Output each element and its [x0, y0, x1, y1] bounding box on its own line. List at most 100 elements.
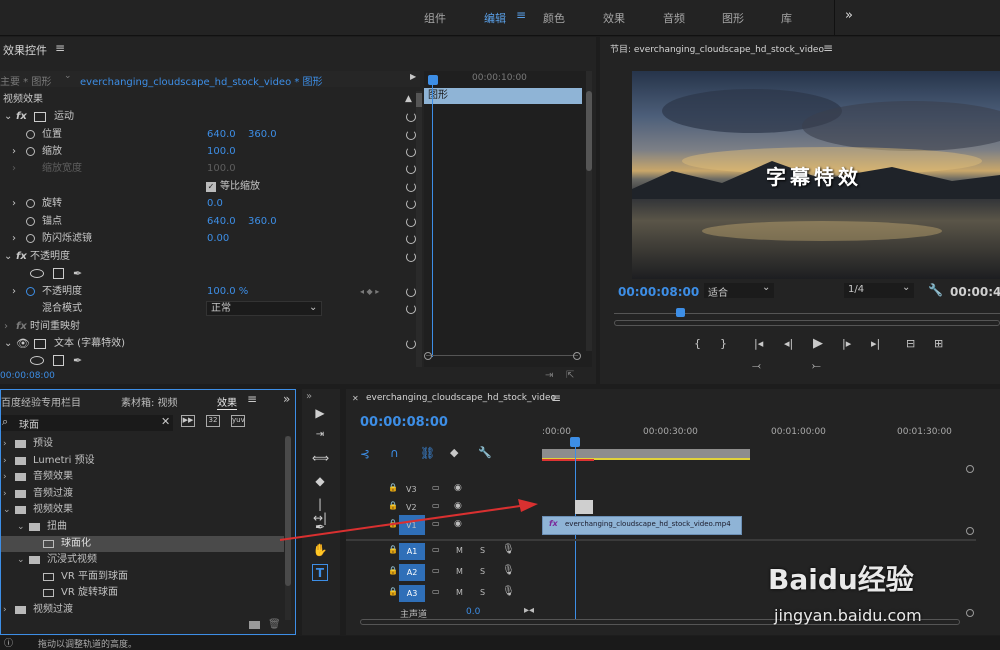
step-forward-icon[interactable]: |▸	[842, 337, 851, 350]
anti-flicker-row[interactable]: › 防闪烁滤镜 0.00	[0, 230, 420, 247]
mark-in-icon[interactable]: {	[694, 337, 701, 350]
microphone-icon[interactable]: 🎙	[502, 565, 515, 576]
chevron-right-icon[interactable]: ›	[3, 469, 7, 485]
workspace-tab-graphics[interactable]: 图形	[722, 10, 744, 26]
sequence-tab[interactable]: everchanging_cloudscape_hd_stock_video	[366, 393, 556, 403]
solo-button[interactable]: S	[480, 546, 485, 555]
sync-icon[interactable]: ▭	[432, 519, 440, 528]
effects-tree-item[interactable]: › Lumetri 预设	[1, 453, 284, 469]
effects-scrollbar[interactable]	[285, 436, 291, 620]
overwrite-icon[interactable]: ⤚	[812, 359, 821, 373]
track-label-v2[interactable]: V2	[406, 503, 417, 512]
type-tool-icon[interactable]: T	[312, 564, 328, 581]
microphone-icon[interactable]: 🎙	[502, 586, 515, 597]
zoom-bar[interactable]	[614, 320, 1000, 326]
mark-out-icon[interactable]: }	[720, 337, 727, 350]
tab-effects[interactable]: 效果	[217, 394, 237, 410]
horizontal-scrollbar[interactable]	[426, 355, 578, 363]
insert-icon[interactable]: ⤙	[752, 359, 761, 373]
source-master-label[interactable]: 主要 * 图形	[0, 73, 51, 88]
play-triangle-icon[interactable]: ▶	[410, 72, 416, 81]
position-row[interactable]: 位置 640.0 360.0	[0, 126, 420, 143]
solo-button[interactable]: S	[480, 567, 485, 576]
eye-icon[interactable]: ◉	[454, 519, 462, 529]
nest-icon[interactable]: ⊰	[360, 447, 370, 461]
text-layer-row[interactable]: ⌄ 👁 文本 (字幕特效)	[0, 335, 420, 352]
step-back-icon[interactable]: ◂|	[784, 337, 793, 350]
mute-button[interactable]: M	[456, 567, 463, 576]
time-ruler[interactable]: :00:00 00:00:30:00 00:01:00:00 00:01:30:…	[542, 417, 966, 463]
scroll-handle-top[interactable]	[966, 465, 974, 473]
pen-tool-icon[interactable]: ✒	[312, 520, 328, 534]
effects-tree-item[interactable]: 球面化	[1, 535, 284, 552]
program-scrub-bar[interactable]	[614, 313, 1000, 314]
eye-icon[interactable]: ◉	[454, 501, 462, 511]
workspace-tab-color[interactable]: 颜色	[543, 10, 565, 26]
blend-mode-row[interactable]: 混合模式 正常 ⌄	[0, 300, 420, 317]
panel-menu-icon[interactable]: ≡	[55, 41, 65, 55]
effects-tree-item[interactable]: › 音频过渡	[1, 486, 284, 502]
snap-icon[interactable]: ∩	[390, 446, 399, 460]
ripple-edit-tool-icon[interactable]: ⟺	[312, 451, 329, 465]
time-remap-row[interactable]: › fx 时间重映射	[0, 318, 420, 335]
lock-icon[interactable]: 🔒	[388, 566, 398, 575]
more-panels-icon[interactable]: »	[306, 391, 312, 402]
more-workspaces-icon[interactable]: »	[845, 8, 853, 23]
motion-row[interactable]: ⌄ fx 运动	[0, 108, 420, 125]
yuv-effects-icon[interactable]: yuv	[231, 415, 245, 427]
uniform-scale-row[interactable]: ✓ 等比缩放	[0, 178, 420, 195]
clear-search-icon[interactable]: ✕	[161, 415, 170, 428]
opacity-group-row[interactable]: ⌄ fx 不透明度	[0, 248, 420, 265]
effects-tree-item[interactable]: › 预设	[1, 436, 284, 452]
lock-icon[interactable]: 🔒	[388, 587, 398, 596]
delete-icon[interactable]: 🗑	[268, 619, 281, 630]
32bit-effects-icon[interactable]: 32	[206, 415, 220, 427]
resolution-select[interactable]: 1/4 ⌄	[844, 282, 914, 298]
chevron-down-icon[interactable]: ⌄	[17, 552, 25, 568]
track-select-tool-icon[interactable]: ⇥	[312, 428, 328, 442]
workspace-menu-icon[interactable]: ≡	[516, 8, 526, 22]
effects-tree-item[interactable]: › 音频效果	[1, 469, 284, 485]
go-to-end-icon[interactable]: ▸◂	[524, 605, 534, 616]
play-icon[interactable]: ▶	[813, 336, 823, 351]
tab-baidu-column[interactable]: 百度经验专用栏目	[1, 394, 81, 409]
scale-row[interactable]: › 缩放 100.0	[0, 143, 420, 160]
master-volume-value[interactable]: 0.0	[466, 607, 480, 617]
chevron-right-icon[interactable]: ›	[3, 436, 7, 452]
graphic-clip[interactable]	[575, 500, 593, 514]
source-clip-label[interactable]: everchanging_cloudscape_hd_stock_video *…	[80, 73, 323, 88]
program-title[interactable]: 节目: everchanging_cloudscape_hd_stock_vid…	[610, 42, 824, 55]
mask-tools-row[interactable]: ✒	[0, 265, 420, 282]
video-clip[interactable]: fx everchanging_cloudscape_hd_stock_vide…	[542, 516, 742, 535]
panel-menu-icon[interactable]: ≡	[551, 391, 561, 405]
sync-icon[interactable]: ▭	[432, 501, 440, 510]
panel-menu-icon[interactable]: ≡	[247, 392, 257, 406]
export-frame-icon[interactable]: ⇥	[545, 370, 553, 381]
share-icon[interactable]: ⇱	[566, 370, 574, 381]
effects-tree-item[interactable]: ⌄ 沉浸式视频	[1, 552, 284, 568]
hand-tool-icon[interactable]: ✋	[312, 543, 328, 557]
workspace-tab-assembly[interactable]: 组件	[424, 10, 446, 26]
effects-tree-item[interactable]: VR 旋转球面	[1, 585, 284, 601]
track-label-a2[interactable]: A2	[399, 564, 425, 581]
slip-tool-icon[interactable]: |↔|	[312, 497, 328, 525]
workspace-tab-editing[interactable]: 编辑	[484, 10, 506, 26]
playhead-marker[interactable]	[428, 75, 438, 85]
program-video-frame[interactable]: 字幕特效	[632, 71, 1000, 279]
chevron-right-icon[interactable]: ›	[3, 486, 7, 502]
go-to-out-icon[interactable]: ▸|	[871, 337, 880, 350]
microphone-icon[interactable]: 🎙	[502, 544, 515, 555]
chevron-down-icon[interactable]: ⌄	[64, 71, 72, 81]
add-marker-icon[interactable]: ◆	[450, 446, 458, 459]
rotation-row[interactable]: › 旋转 0.0	[0, 195, 420, 212]
razor-tool-icon[interactable]: ◆	[312, 474, 328, 488]
track-label-a3[interactable]: A3	[399, 585, 425, 602]
chevron-right-icon[interactable]: ›	[3, 453, 7, 469]
effects-search-input[interactable]: ⌕ 球面 ✕	[1, 415, 173, 431]
sync-icon[interactable]: ▭	[432, 566, 440, 575]
workspace-tab-audio[interactable]: 音频	[663, 10, 685, 26]
linked-selection-icon[interactable]: ⛓	[420, 446, 435, 460]
solo-button[interactable]: S	[480, 588, 485, 597]
accelerated-effects-icon[interactable]: ▶▶	[181, 415, 195, 427]
timeline-settings-icon[interactable]: 🔧	[478, 446, 492, 459]
